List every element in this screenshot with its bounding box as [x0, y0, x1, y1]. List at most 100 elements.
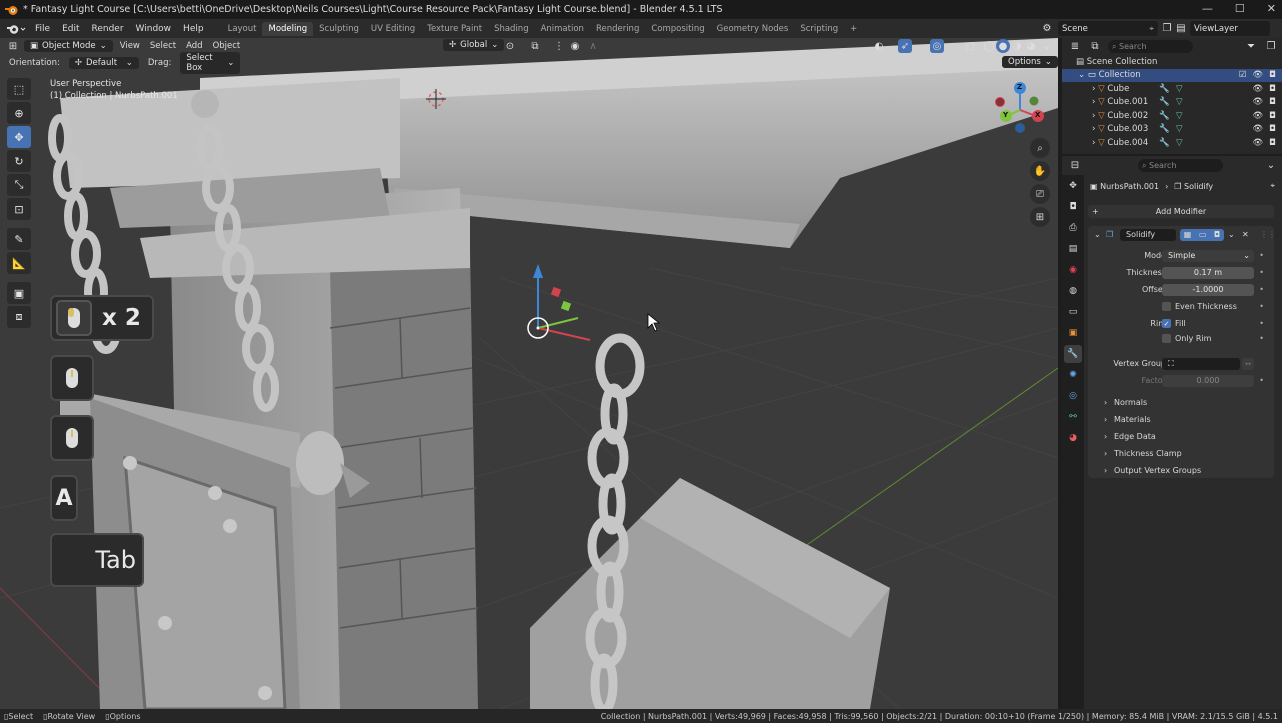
menu-file[interactable]: File [29, 24, 56, 34]
snap-icon[interactable]: ⧉ [528, 39, 542, 53]
output-tab-icon[interactable]: ⎙ [1064, 219, 1082, 237]
wireframe-shading-icon[interactable]: ◯ [982, 39, 996, 53]
add-modifier-button[interactable]: + Add Modifier [1088, 205, 1274, 218]
list-item[interactable]: › ▽ Cube.003 🔧 ▽ 👁 ◘ [1062, 123, 1282, 137]
material-tab-icon[interactable]: ◕ [1064, 429, 1082, 447]
scale-tool-icon[interactable]: ⤡ [7, 174, 31, 196]
camera-icon[interactable]: ◘ [1269, 111, 1276, 121]
tab-modeling[interactable]: Modeling [262, 21, 314, 36]
move-tool-icon[interactable]: ✥ [7, 126, 31, 148]
proportional-edit-icon[interactable]: ◉ [568, 39, 582, 53]
snap-target-icon[interactable]: ⋮ [552, 39, 566, 53]
keyframe-dot-icon[interactable]: • [1259, 319, 1264, 328]
render-icon[interactable]: ◘ [1214, 230, 1220, 239]
tab-sculpting[interactable]: Sculpting [313, 22, 365, 36]
physics-tab-icon[interactable]: ◎ [1064, 387, 1082, 405]
overlays-icon[interactable]: ◎ [930, 39, 944, 53]
new-collection-icon[interactable]: ❐ [1264, 40, 1278, 54]
factor-field[interactable]: 0.000 [1162, 374, 1254, 387]
list-item[interactable]: › ▽ Cube.001 🔧 ▽ 👁 ◘ [1062, 96, 1282, 110]
camera-icon[interactable]: ◘ [1269, 124, 1276, 134]
keyframe-dot-icon[interactable]: • [1259, 285, 1264, 294]
vertex-group-field[interactable]: ⛶ [1162, 357, 1240, 370]
sidebar-toggle-icon[interactable]: ‹ [1050, 88, 1054, 98]
particles-tab-icon[interactable]: ✺ [1064, 366, 1082, 384]
tab-scripting[interactable]: Scripting [794, 22, 844, 36]
menu-view[interactable]: View [117, 41, 143, 51]
add-cube-tool-icon[interactable]: ▣ [7, 282, 31, 304]
mode-dropdown[interactable]: Simple ⌄ [1162, 249, 1254, 262]
even-thickness-checkbox[interactable]: Even Thickness [1162, 302, 1237, 311]
new-scene-icon[interactable]: ❐ [1160, 21, 1174, 35]
modifier-visibility-toggles[interactable]: ▦ ▭ ◘ [1180, 228, 1224, 241]
collection-tab-icon[interactable]: ▭ [1064, 303, 1082, 321]
options-dropdown[interactable]: Options ⌄ [1002, 56, 1058, 68]
camera-icon[interactable]: ◘ [1269, 97, 1276, 107]
edit-mode-icon[interactable]: ▦ [1184, 230, 1192, 239]
keyframe-dot-icon[interactable]: • [1259, 251, 1264, 260]
menu-select[interactable]: Select [147, 41, 179, 51]
falloff-icon[interactable]: ∧ [586, 39, 600, 53]
tool-tab-icon[interactable]: ✥ [1064, 177, 1082, 195]
subpanel-edge-data[interactable]: › Edge Data [1088, 430, 1274, 443]
keyframe-dot-icon[interactable]: • [1259, 302, 1264, 311]
only-rim-checkbox[interactable]: Only Rim [1162, 334, 1211, 343]
world-tab-icon[interactable]: ◍ [1064, 282, 1082, 300]
eye-icon[interactable]: 👁 [1252, 84, 1263, 94]
collapse-arrow-icon[interactable]: ⌄ [1094, 230, 1101, 239]
list-item[interactable]: › ▽ Cube.002 🔧 ▽ 👁 ◘ [1062, 109, 1282, 123]
menu-help[interactable]: Help [177, 24, 210, 34]
fill-checkbox[interactable]: ✓ Fill [1162, 319, 1186, 328]
outliner-search-input[interactable]: ⌕ Search [1108, 40, 1193, 53]
eye-icon[interactable]: 👁 [1252, 97, 1263, 107]
scene-collection-row[interactable]: ▤ Scene Collection [1062, 55, 1282, 69]
tab-animation[interactable]: Animation [535, 22, 590, 36]
view-layer-icon[interactable]: ▤ [1174, 21, 1188, 35]
rotate-tool-icon[interactable]: ↻ [7, 150, 31, 172]
camera-icon[interactable]: ⎚ [1030, 184, 1050, 204]
invert-icon[interactable]: ↔ [1242, 357, 1254, 370]
subpanel-materials[interactable]: › Materials [1088, 413, 1274, 426]
shading-options-icon[interactable]: ⌄ [1040, 39, 1054, 53]
tab-layout[interactable]: Layout [222, 22, 263, 36]
transform-orientation-dropdown[interactable]: ✢ Global ⌄ [443, 39, 505, 51]
rendered-shading-icon[interactable]: ◕ [1024, 39, 1038, 53]
zoom-icon[interactable]: ⌕ [1030, 138, 1050, 158]
scene-icon[interactable]: ⚙ [1040, 21, 1054, 35]
3d-viewport[interactable]: Z X Y User Perspective (1) Collection | … [0, 38, 1058, 709]
outliner-editor-icon[interactable]: ≣ [1068, 40, 1082, 54]
measure-tool-icon[interactable]: 📐 [7, 252, 31, 274]
menu-object[interactable]: Object [210, 41, 244, 51]
scene-selector[interactable]: Scene ⌖ [1058, 21, 1158, 36]
xray-icon[interactable]: ▢ [963, 39, 977, 53]
visibility-icon[interactable]: ◐ [872, 39, 886, 53]
gizmos-icon[interactable]: ➶ [898, 39, 912, 53]
keyframe-dot-icon[interactable]: • [1259, 376, 1264, 385]
collection-row[interactable]: ⌄ ▭ Collection ☑ 👁 ◘ [1062, 68, 1282, 82]
tab-rendering[interactable]: Rendering [590, 22, 645, 36]
annotate-tool-icon[interactable]: ✎ [7, 228, 31, 250]
offset-field[interactable]: -1.0000 [1162, 283, 1254, 296]
camera-icon[interactable]: ◘ [1269, 84, 1276, 94]
chevron-down-icon[interactable]: ⌄ [1228, 230, 1235, 239]
maximize-icon[interactable]: ☐ [1235, 2, 1245, 15]
display-mode-icon[interactable]: ⧉ [1088, 40, 1102, 54]
chevron-down-icon[interactable]: ⌄ [1264, 159, 1278, 173]
modifier-tab-icon[interactable]: 🔧 [1064, 345, 1082, 363]
solid-shading-icon[interactable]: ● [996, 39, 1010, 53]
editor-type-icon[interactable]: ⊞ [6, 39, 20, 53]
material-shading-icon[interactable]: ◑ [1010, 39, 1024, 53]
tab-shading[interactable]: Shading [488, 22, 535, 36]
eye-icon[interactable]: 👁 [1252, 138, 1263, 148]
tab-texture-paint[interactable]: Texture Paint [421, 22, 488, 36]
constraints-tab-icon[interactable]: ⚯ [1064, 408, 1082, 426]
object-tab-icon[interactable]: ▣ [1064, 324, 1082, 342]
tab-compositing[interactable]: Compositing [645, 22, 710, 36]
keyframe-dot-icon[interactable]: • [1259, 334, 1264, 343]
cursor-tool-icon[interactable]: ⊕ [7, 102, 31, 124]
subpanel-normals[interactable]: › Normals [1088, 396, 1274, 409]
menu-add[interactable]: Add [183, 41, 205, 51]
properties-editor-icon[interactable]: ⊟ [1068, 159, 1082, 173]
camera-icon[interactable]: ◘ [1269, 138, 1276, 148]
camera-icon[interactable]: ◘ [1269, 70, 1276, 80]
